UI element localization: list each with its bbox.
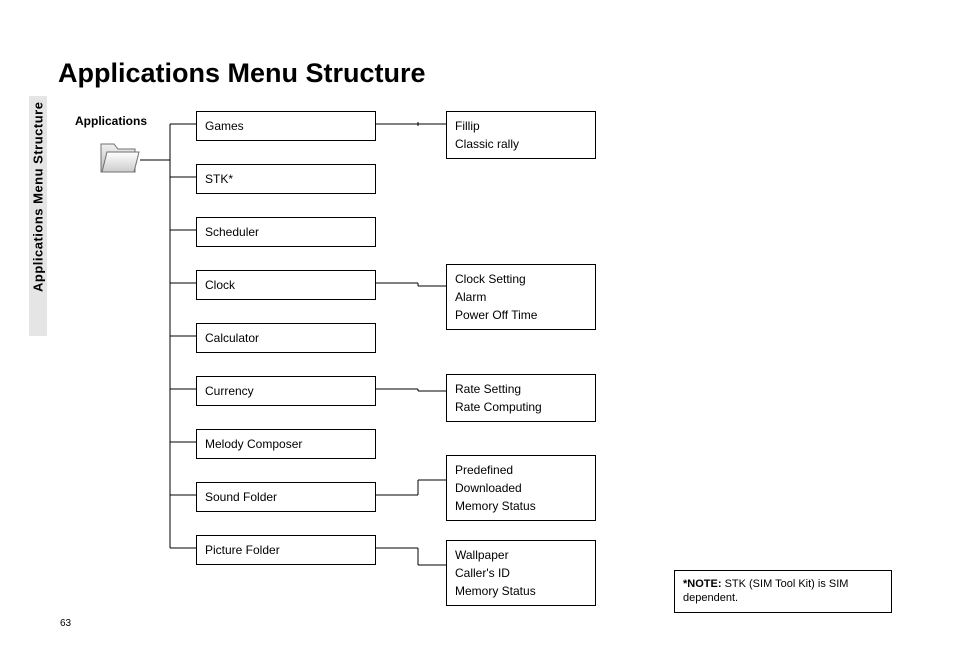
menu-label: Sound Folder <box>205 490 277 504</box>
submenu-line: Fillip <box>455 117 587 135</box>
menu-scheduler: Scheduler <box>196 217 376 247</box>
note-box: *NOTE: STK (SIM Tool Kit) is SIM depende… <box>674 570 892 613</box>
menu-label: Melody Composer <box>205 437 302 451</box>
submenu-line: Downloaded <box>455 479 587 497</box>
submenu-games: Fillip Classic rally <box>446 111 596 159</box>
menu-label: Calculator <box>205 331 259 345</box>
note-prefix: *NOTE: <box>683 578 725 590</box>
side-tab: Applications Menu Structure <box>29 96 47 336</box>
submenu-line: Memory Status <box>455 497 587 515</box>
menu-melody: Melody Composer <box>196 429 376 459</box>
folder-icon <box>98 140 140 176</box>
page-title: Applications Menu Structure <box>58 58 426 89</box>
submenu-line: Caller's ID <box>455 564 587 582</box>
submenu-line: Wallpaper <box>455 546 587 564</box>
submenu-line: Clock Setting <box>455 270 587 288</box>
menu-stk: STK* <box>196 164 376 194</box>
menu-label: Scheduler <box>205 225 259 239</box>
menu-label: STK* <box>205 172 233 186</box>
submenu-currency: Rate Setting Rate Computing <box>446 374 596 422</box>
root-label: Applications <box>75 114 147 128</box>
submenu-line: Power Off Time <box>455 306 587 324</box>
menu-label: Currency <box>205 384 254 398</box>
submenu-line: Rate Setting <box>455 380 587 398</box>
menu-label: Picture Folder <box>205 543 280 557</box>
submenu-line: Predefined <box>455 461 587 479</box>
menu-sound: Sound Folder <box>196 482 376 512</box>
side-tab-label: Applications Menu Structure <box>29 102 47 330</box>
submenu-clock: Clock Setting Alarm Power Off Time <box>446 264 596 330</box>
page-number: 63 <box>60 618 71 629</box>
submenu-line: Alarm <box>455 288 587 306</box>
submenu-line: Rate Computing <box>455 398 587 416</box>
menu-clock: Clock <box>196 270 376 300</box>
submenu-line: Memory Status <box>455 582 587 600</box>
menu-label: Clock <box>205 278 235 292</box>
submenu-line: Classic rally <box>455 135 587 153</box>
menu-currency: Currency <box>196 376 376 406</box>
menu-calculator: Calculator <box>196 323 376 353</box>
menu-label: Games <box>205 119 244 133</box>
submenu-picture: Wallpaper Caller's ID Memory Status <box>446 540 596 606</box>
menu-games: Games <box>196 111 376 141</box>
menu-picture: Picture Folder <box>196 535 376 565</box>
submenu-sound: Predefined Downloaded Memory Status <box>446 455 596 521</box>
